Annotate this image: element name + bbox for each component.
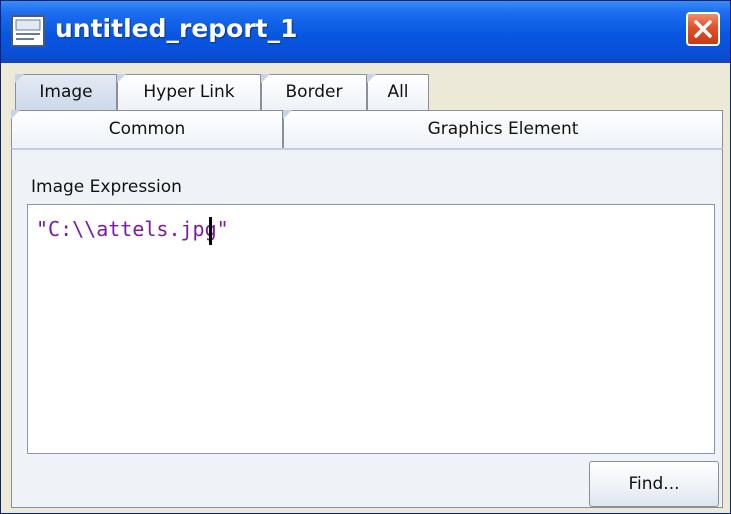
- tab-all-label: All: [387, 82, 409, 102]
- report-dialog-window: untitled_report_1 Image Hyper Link Borde…: [0, 0, 731, 514]
- tab-image[interactable]: Image: [15, 74, 117, 110]
- tab-border-label: Border: [285, 82, 343, 102]
- tab-common-label: Common: [108, 119, 186, 139]
- tab-border[interactable]: Border: [261, 74, 367, 110]
- find-button[interactable]: Find...: [589, 461, 719, 507]
- image-expression-editor[interactable]: "C:\\attels.jpg": [27, 204, 715, 454]
- window-title: untitled_report_1: [55, 14, 298, 43]
- image-expression-label: Image Expression: [31, 177, 182, 197]
- tab-graphics-element[interactable]: Graphics Element: [283, 110, 723, 148]
- tab-graphics-element-label: Graphics Element: [427, 119, 579, 139]
- tab-hyper-link[interactable]: Hyper Link: [117, 74, 261, 110]
- tab-hyper-link-label: Hyper Link: [143, 82, 235, 102]
- image-expression-text: "C:\\attels.jpg": [36, 217, 229, 241]
- tab-all[interactable]: All: [367, 74, 429, 110]
- text-caret: [209, 217, 212, 245]
- tab-image-label: Image: [39, 82, 93, 102]
- report-icon: [11, 15, 45, 47]
- close-button[interactable]: [686, 12, 720, 46]
- title-bar[interactable]: untitled_report_1: [1, 1, 730, 63]
- tab-common[interactable]: Common: [11, 110, 283, 148]
- close-icon: [694, 20, 712, 38]
